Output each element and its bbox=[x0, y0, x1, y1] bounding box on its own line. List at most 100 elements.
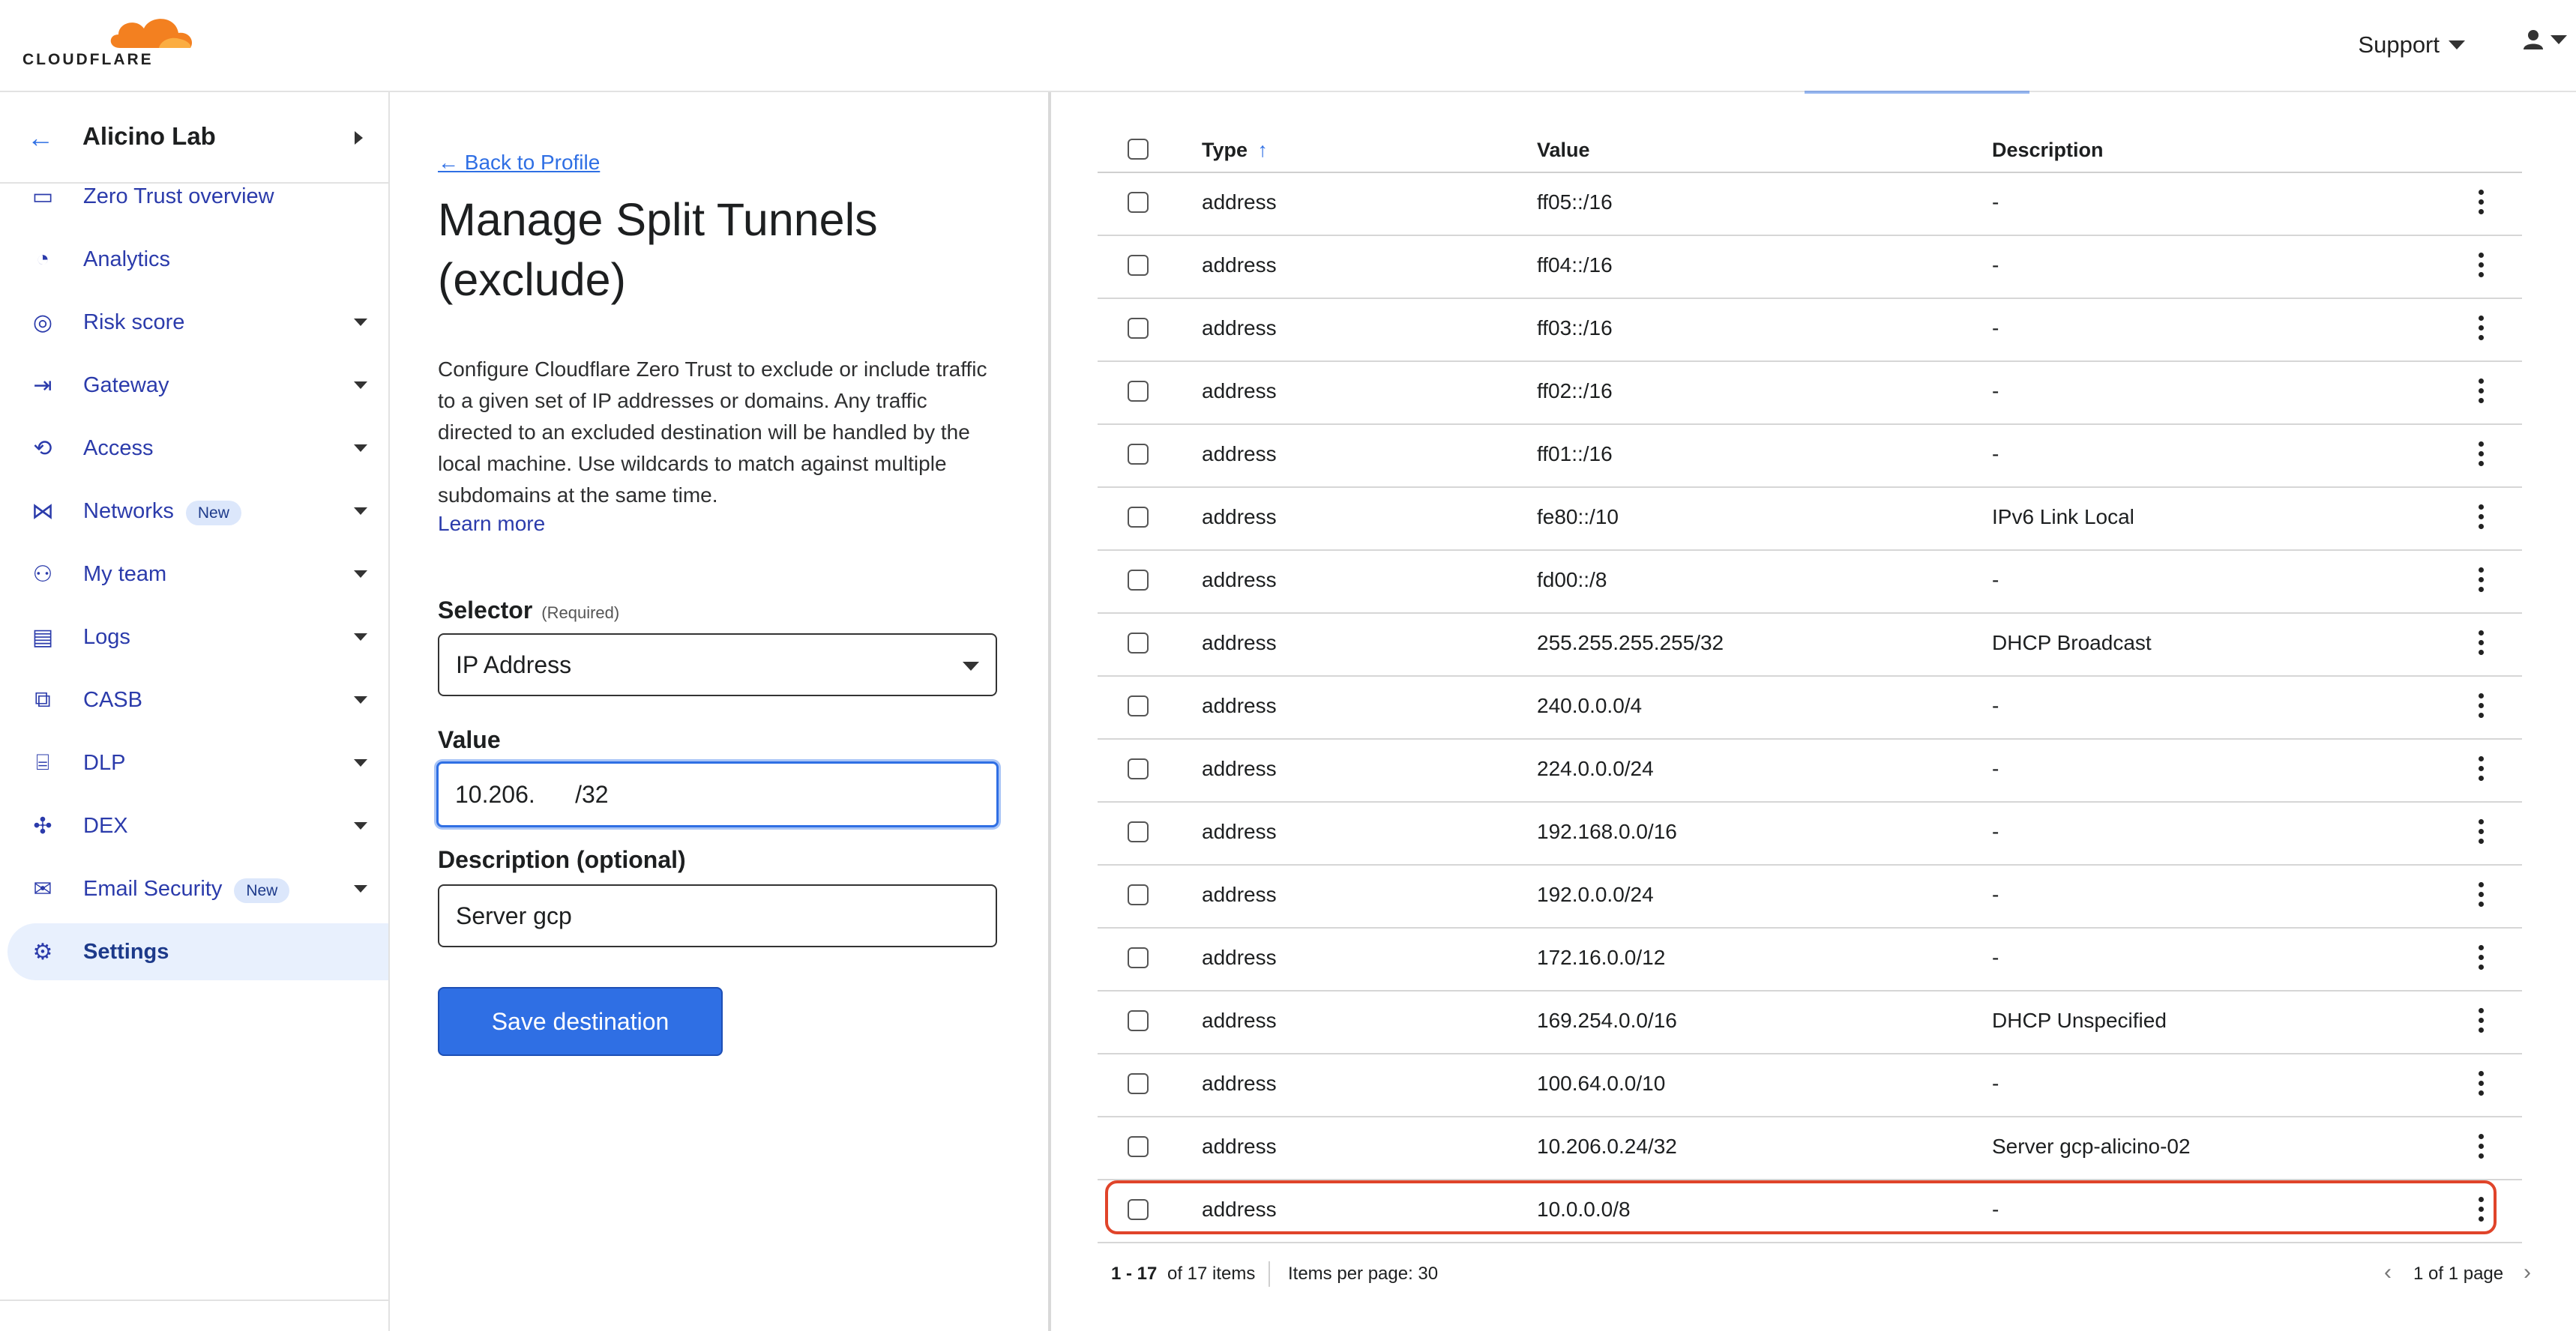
row-checkbox[interactable] bbox=[1128, 192, 1149, 213]
sidebar-item-risk-score[interactable]: ◎ Risk score bbox=[7, 294, 388, 351]
sidebar-item-my-team[interactable]: ⚇ My team bbox=[7, 546, 388, 603]
table-row[interactable]: address ff04::/16 - bbox=[1098, 235, 2522, 299]
table-row[interactable]: address ff05::/16 - bbox=[1098, 172, 2522, 236]
items-per-page[interactable]: Items per page: 30 bbox=[1288, 1264, 1438, 1285]
sidebar-item-networks[interactable]: ⋈ Networks New bbox=[7, 483, 388, 540]
row-checkbox[interactable] bbox=[1128, 1199, 1149, 1220]
value-input[interactable]: 10.206. /32 bbox=[436, 761, 999, 827]
more-vertical-icon[interactable] bbox=[2477, 1068, 2485, 1101]
row-checkbox[interactable] bbox=[1128, 884, 1149, 905]
more-vertical-icon[interactable] bbox=[2477, 1005, 2485, 1038]
sidebar-item-zero-trust-overview[interactable]: ▭ Zero Trust overview bbox=[7, 168, 388, 225]
row-checkbox[interactable] bbox=[1128, 633, 1149, 654]
sidebar-item-casb[interactable]: ⧉ CASB bbox=[7, 671, 388, 728]
column-type[interactable]: Type ↑ bbox=[1202, 139, 1268, 162]
more-vertical-icon[interactable] bbox=[2477, 690, 2485, 723]
more-vertical-icon[interactable] bbox=[2477, 438, 2485, 471]
more-vertical-icon[interactable] bbox=[2477, 501, 2485, 534]
support-menu[interactable]: Support bbox=[2358, 31, 2465, 58]
more-vertical-icon[interactable] bbox=[2477, 375, 2485, 408]
more-vertical-icon[interactable] bbox=[2477, 187, 2485, 220]
back-to-profile-link[interactable]: ← Back to Profile bbox=[438, 151, 600, 175]
sidebar-item-dlp[interactable]: ⌸ DLP bbox=[7, 734, 388, 791]
chevron-down-icon[interactable] bbox=[354, 885, 367, 893]
table-row[interactable]: address 192.0.0.0/24 - bbox=[1098, 864, 2522, 929]
table-row[interactable]: address 255.255.255.255/32 DHCP Broadcast bbox=[1098, 612, 2522, 677]
sidebar-item-access[interactable]: ⟲ Access bbox=[7, 420, 388, 477]
table-row[interactable]: address 169.254.0.0/16 DHCP Unspecified bbox=[1098, 990, 2522, 1054]
chevron-down-icon[interactable] bbox=[354, 759, 367, 767]
more-vertical-icon[interactable] bbox=[2477, 942, 2485, 975]
row-checkbox[interactable] bbox=[1128, 381, 1149, 402]
table-row[interactable]: address 224.0.0.0/24 - bbox=[1098, 738, 2522, 803]
more-vertical-icon[interactable] bbox=[2477, 816, 2485, 849]
sidebar-item-email-security[interactable]: ✉ Email Security New bbox=[7, 860, 388, 917]
more-vertical-icon[interactable] bbox=[2477, 250, 2485, 283]
chevron-left-icon[interactable]: ‹ bbox=[2384, 1260, 2392, 1285]
table-row[interactable]: address 10.0.0.0/8 - bbox=[1098, 1179, 2522, 1243]
sidebar-item-settings[interactable]: ⚙ Settings bbox=[7, 923, 388, 980]
chevron-right-icon bbox=[355, 131, 363, 145]
row-checkbox[interactable] bbox=[1128, 1073, 1149, 1094]
more-vertical-icon[interactable] bbox=[2477, 879, 2485, 912]
more-vertical-icon[interactable] bbox=[2477, 1131, 2485, 1164]
row-checkbox[interactable] bbox=[1128, 947, 1149, 968]
table-row[interactable]: address 10.206.0.24/32 Server gcp-alicino-… bbox=[1098, 1116, 2522, 1180]
row-checkbox[interactable] bbox=[1128, 1010, 1149, 1031]
chevron-down-icon[interactable] bbox=[354, 696, 367, 704]
chevron-down-icon[interactable] bbox=[354, 507, 367, 515]
table-row[interactable]: address fd00::/8 - bbox=[1098, 549, 2522, 614]
chevron-down-icon[interactable] bbox=[354, 319, 367, 326]
selector-label: Selector (Required) bbox=[438, 597, 619, 624]
user-menu[interactable] bbox=[2522, 28, 2567, 51]
chevron-right-icon[interactable]: › bbox=[2524, 1260, 2531, 1285]
row-checkbox[interactable] bbox=[1128, 1136, 1149, 1157]
email-shield-icon: ✉ bbox=[33, 876, 52, 902]
sidebar-item-label: CASB bbox=[83, 687, 142, 712]
cloudflare-logo[interactable]: CLOUDFLARE bbox=[22, 12, 193, 69]
arrow-left-icon[interactable]: ← bbox=[27, 122, 54, 154]
more-vertical-icon[interactable] bbox=[2477, 564, 2485, 597]
more-vertical-icon[interactable] bbox=[2477, 627, 2485, 660]
table-row[interactable]: address 172.16.0.0/12 - bbox=[1098, 927, 2522, 992]
row-checkbox[interactable] bbox=[1128, 255, 1149, 276]
table-row[interactable]: address 100.64.0.0/10 - bbox=[1098, 1053, 2522, 1117]
select-all-checkbox[interactable] bbox=[1128, 139, 1149, 160]
chevron-down-icon[interactable] bbox=[354, 633, 367, 641]
cell-type: address bbox=[1202, 757, 1277, 780]
cell-type: address bbox=[1202, 1135, 1277, 1158]
table-row[interactable]: address ff03::/16 - bbox=[1098, 298, 2522, 362]
more-vertical-icon[interactable] bbox=[2477, 1194, 2485, 1227]
table-row[interactable]: address 192.168.0.0/16 - bbox=[1098, 801, 2522, 866]
sidebar-item-label: DLP bbox=[83, 750, 126, 775]
table-row[interactable]: address ff01::/16 - bbox=[1098, 423, 2522, 488]
chevron-down-icon[interactable] bbox=[354, 570, 367, 578]
row-checkbox[interactable] bbox=[1128, 821, 1149, 842]
horizontal-scrollbar[interactable] bbox=[1805, 91, 2029, 94]
table-row[interactable]: address fe80::/10 IPv6 Link Local bbox=[1098, 486, 2522, 551]
table-row[interactable]: address 240.0.0.0/4 - bbox=[1098, 675, 2522, 740]
save-destination-button[interactable]: Save destination bbox=[438, 987, 723, 1056]
row-checkbox[interactable] bbox=[1128, 758, 1149, 779]
description-input[interactable]: Server gcp bbox=[438, 884, 997, 947]
table-row[interactable]: address ff02::/16 - bbox=[1098, 360, 2522, 425]
learn-more-link[interactable]: Learn more bbox=[438, 512, 545, 536]
more-vertical-icon[interactable] bbox=[2477, 753, 2485, 786]
row-checkbox[interactable] bbox=[1128, 695, 1149, 716]
row-checkbox[interactable] bbox=[1128, 570, 1149, 591]
chevron-down-icon[interactable] bbox=[354, 381, 367, 389]
sidebar-item-dex[interactable]: ✣ DEX bbox=[7, 797, 388, 854]
more-vertical-icon[interactable] bbox=[2477, 313, 2485, 345]
row-checkbox[interactable] bbox=[1128, 444, 1149, 465]
sidebar-item-analytics[interactable]: ◔ Analytics bbox=[7, 231, 388, 288]
chevron-down-icon[interactable] bbox=[354, 444, 367, 452]
row-checkbox[interactable] bbox=[1128, 318, 1149, 339]
row-checkbox[interactable] bbox=[1128, 507, 1149, 528]
cell-value: 255.255.255.255/32 bbox=[1537, 631, 1724, 654]
cell-value: fd00::/8 bbox=[1537, 568, 1607, 591]
page-title: Manage Split Tunnels (exclude) bbox=[438, 194, 878, 305]
sidebar-item-gateway[interactable]: ⇥ Gateway bbox=[7, 357, 388, 414]
sidebar-item-logs[interactable]: ▤ Logs bbox=[7, 609, 388, 666]
chevron-down-icon[interactable] bbox=[354, 822, 367, 830]
selector-dropdown[interactable]: IP Address bbox=[438, 633, 997, 696]
